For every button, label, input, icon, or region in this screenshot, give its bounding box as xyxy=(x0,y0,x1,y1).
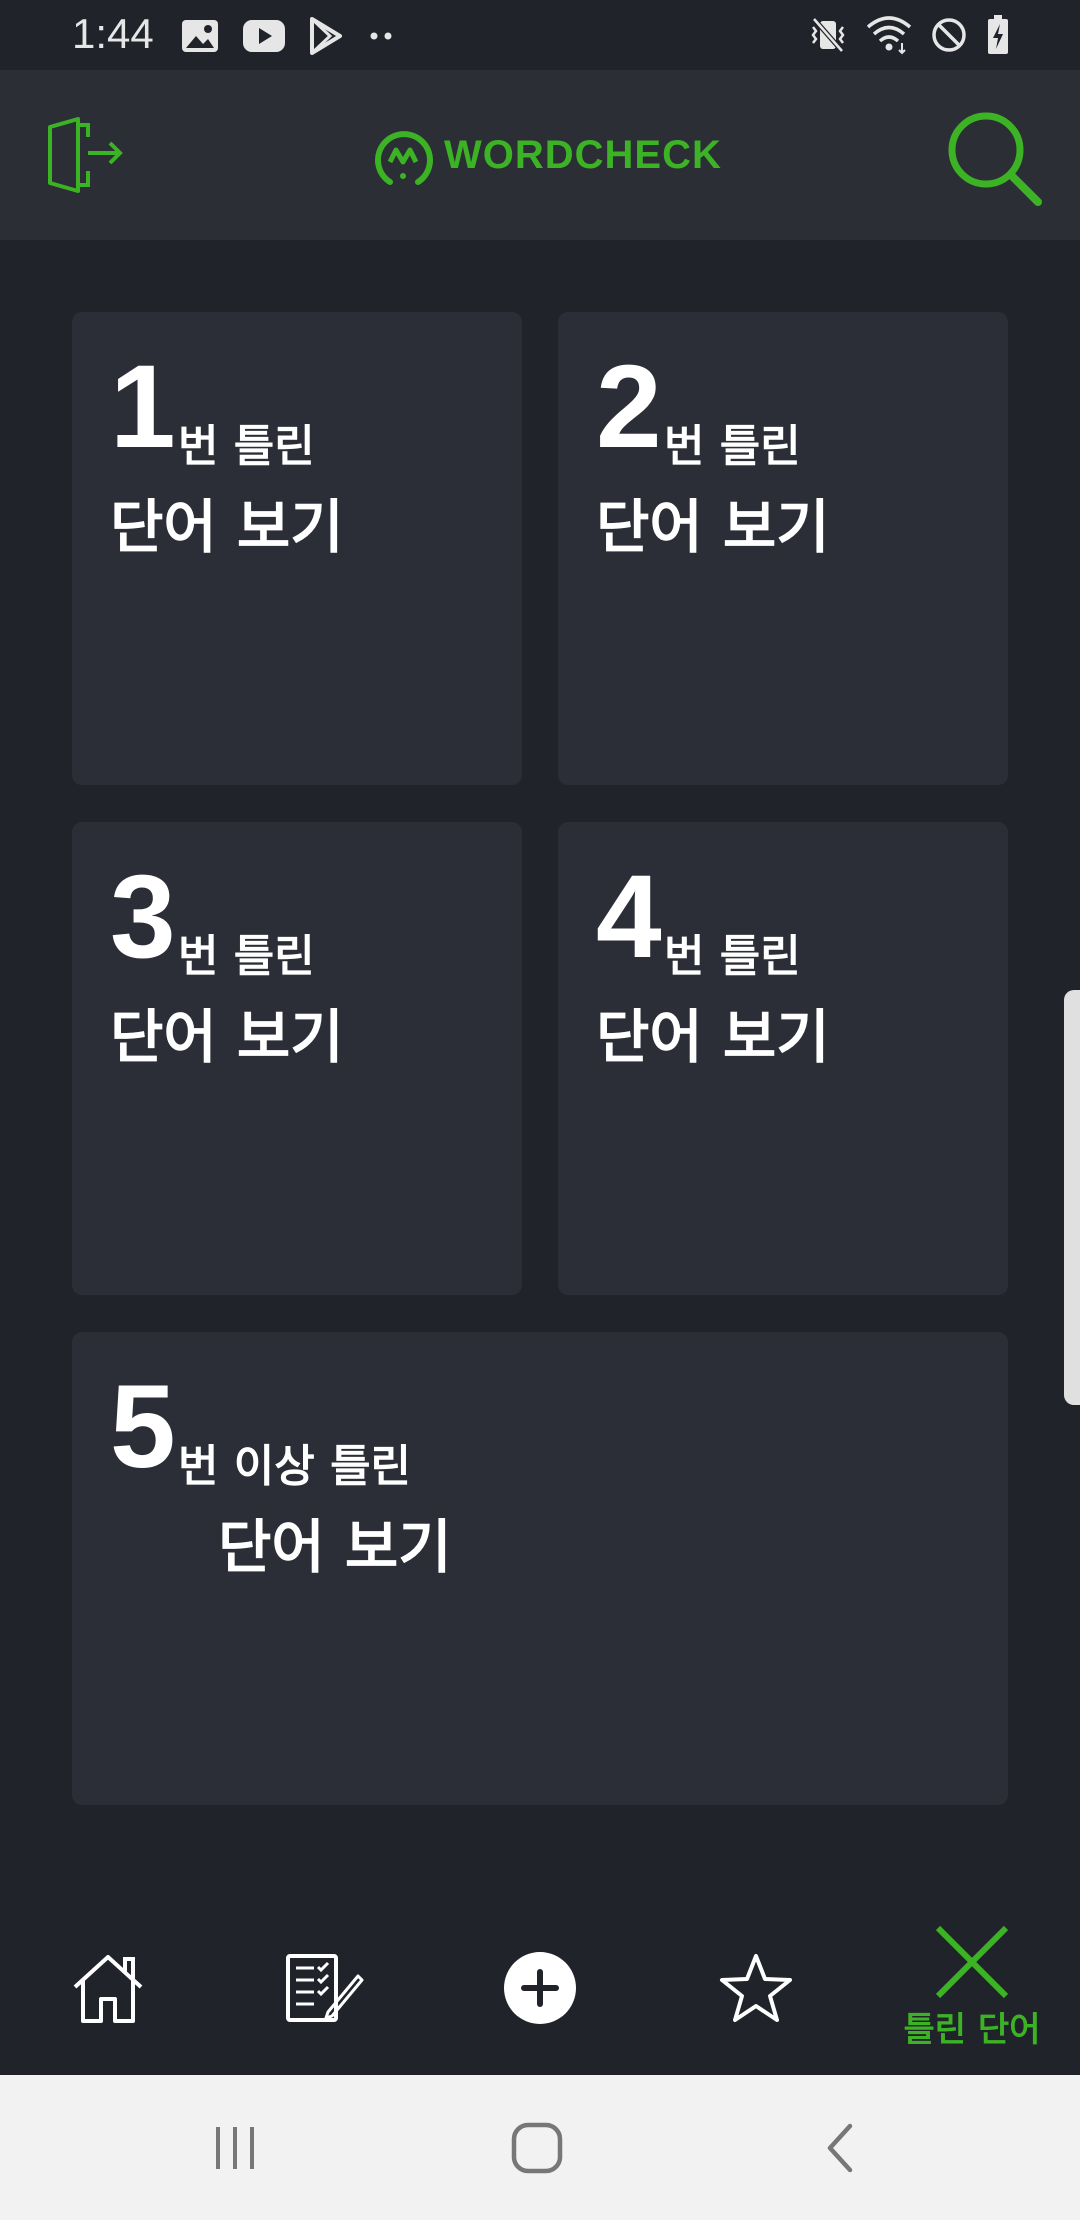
nav-word-list[interactable] xyxy=(244,1900,404,2075)
wifi-icon xyxy=(866,16,912,55)
exit-icon xyxy=(48,117,123,193)
more-dots-icon xyxy=(370,32,392,40)
close-x-icon xyxy=(935,1925,1009,1999)
card-title: 단어 보기 xyxy=(110,493,344,561)
card-subtitle: 번 이상 틀린 xyxy=(178,1441,412,1492)
wrong-twice-card[interactable]: 2 번 틀린 단어 보기 xyxy=(558,312,1008,785)
card-title: 단어 보기 xyxy=(596,493,830,561)
recent-apps-icon xyxy=(216,2126,254,2169)
card-number: 1 xyxy=(110,341,176,473)
back-icon xyxy=(827,2123,853,2172)
card-number: 5 xyxy=(110,1361,176,1493)
search-icon xyxy=(948,112,1042,206)
checklist-icon xyxy=(286,1953,364,2022)
card-subtitle: 번 틀린 xyxy=(178,421,315,472)
battery-charging-icon xyxy=(988,15,1008,54)
nav-home[interactable] xyxy=(28,1900,188,2075)
wrong-five-plus-card[interactable]: 5 번 이상 틀린 단어 보기 xyxy=(72,1332,1008,1805)
wrong-once-card[interactable]: 1 번 틀린 단어 보기 xyxy=(72,312,522,785)
status-bar: 1:44 xyxy=(0,0,1080,70)
card-title: 단어 보기 xyxy=(218,1513,452,1581)
do-not-disturb-icon xyxy=(932,18,966,52)
card-title: 단어 보기 xyxy=(596,1003,830,1071)
home-circle-icon xyxy=(511,2122,563,2173)
gallery-icon xyxy=(182,20,218,52)
status-time: 1:44 xyxy=(72,10,154,57)
card-title: 단어 보기 xyxy=(110,1003,344,1071)
nav-favorites[interactable] xyxy=(676,1900,836,2075)
exit-button[interactable] xyxy=(44,115,128,199)
nav-wrong-words-label: 틀린 단어 xyxy=(903,2010,1041,2050)
star-icon xyxy=(720,1953,792,2022)
wrong-four-times-card[interactable]: 4 번 틀린 단어 보기 xyxy=(558,822,1008,1295)
app-header: WORDCHECK xyxy=(0,70,1080,240)
logo-text: WORDCHECK xyxy=(444,132,722,177)
card-subtitle: 번 틀린 xyxy=(178,931,315,982)
scroll-handle[interactable] xyxy=(1064,990,1080,1405)
search-button[interactable] xyxy=(942,106,1044,208)
bottom-nav: 틀린 단어 xyxy=(0,1900,1080,2075)
nav-wrong-words[interactable]: 틀린 단어 xyxy=(892,1900,1052,2075)
home-icon xyxy=(73,1954,143,2023)
card-number: 3 xyxy=(110,851,176,983)
card-subtitle: 번 틀린 xyxy=(664,421,801,472)
app-logo: WORDCHECK xyxy=(372,120,722,190)
wrong-three-times-card[interactable]: 3 번 틀린 단어 보기 xyxy=(72,822,522,1295)
status-icons-right xyxy=(808,12,1010,58)
play-store-icon xyxy=(310,17,342,55)
add-circle-icon xyxy=(504,1951,576,2024)
card-number: 2 xyxy=(596,341,662,473)
system-nav-bar xyxy=(0,2075,1080,2220)
card-number: 4 xyxy=(596,851,662,983)
status-icons-left xyxy=(180,14,396,58)
card-subtitle: 번 틀린 xyxy=(664,931,801,982)
nav-add[interactable] xyxy=(460,1900,620,2075)
youtube-icon xyxy=(243,20,285,52)
recent-apps-button[interactable] xyxy=(185,2110,285,2185)
vibrate-icon xyxy=(811,17,845,53)
logo-mark-icon xyxy=(375,131,433,185)
back-button[interactable] xyxy=(790,2110,890,2185)
home-system-button[interactable] xyxy=(487,2110,587,2185)
